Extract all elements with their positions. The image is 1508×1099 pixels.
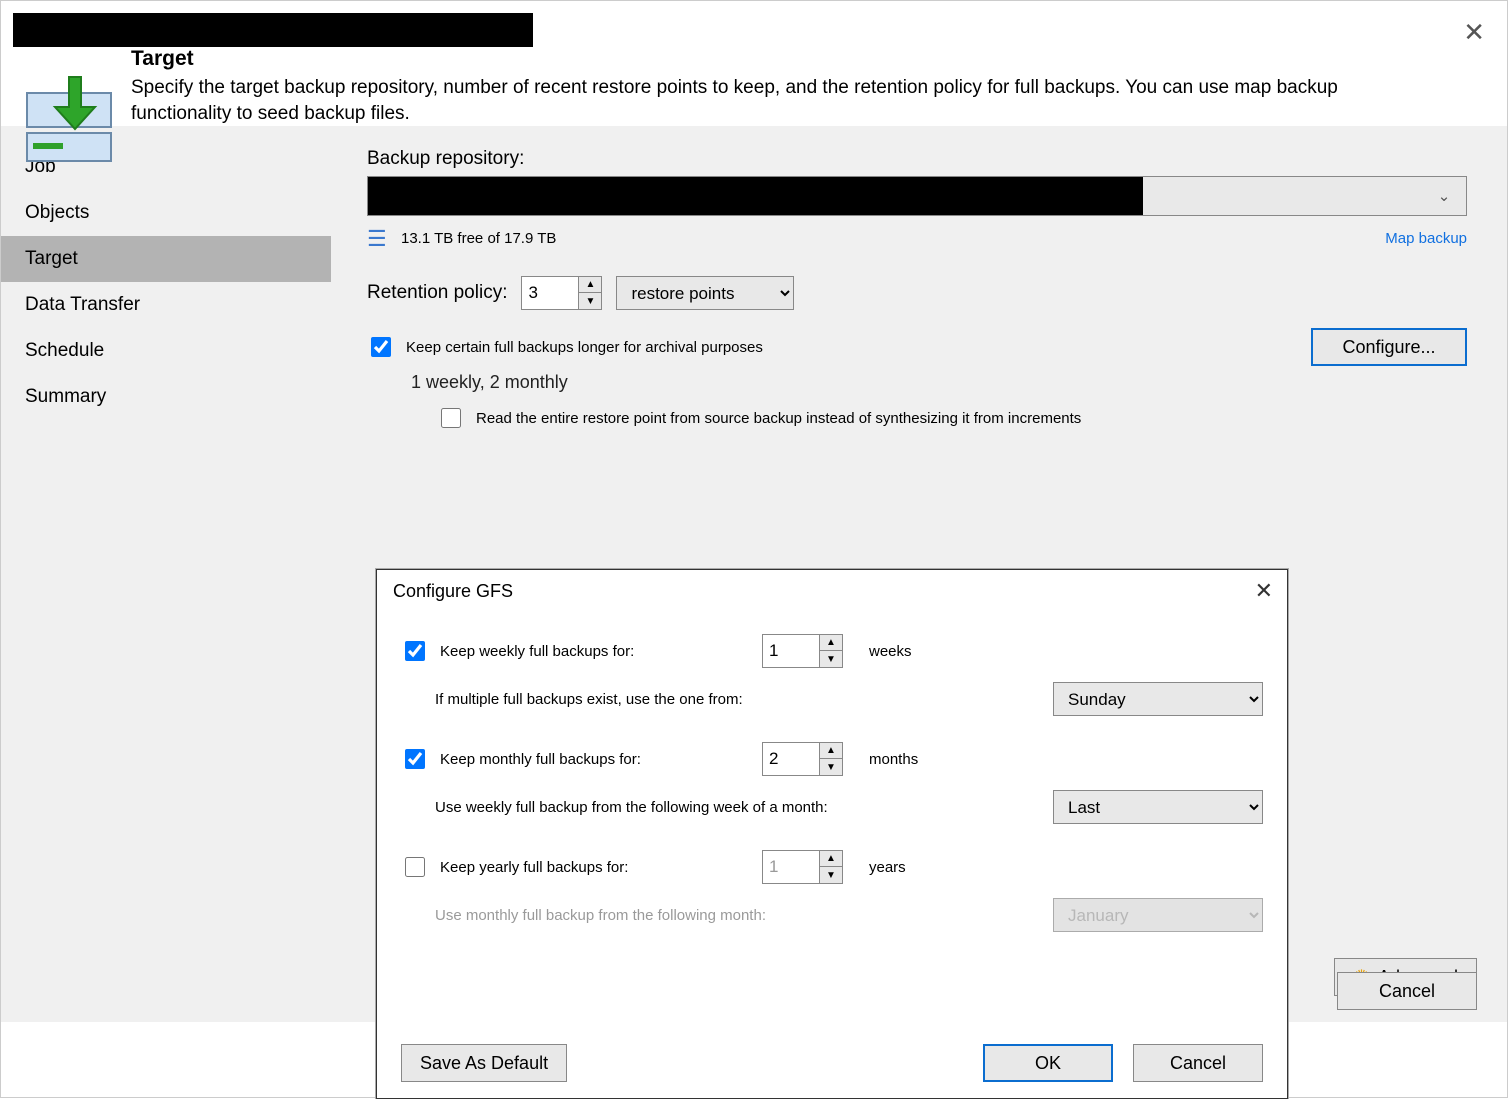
backup-repository-select[interactable]: ⌄ — [367, 176, 1467, 216]
retention-policy-unit-select[interactable]: restore points — [616, 276, 794, 310]
gfs-weekly-spinner[interactable]: ▲▼ — [762, 634, 843, 668]
save-as-default-button[interactable]: Save As Default — [401, 1044, 567, 1082]
window-title-redacted — [13, 13, 533, 47]
gfs-weekly-value[interactable] — [763, 635, 819, 667]
modal-cancel-button[interactable]: Cancel — [1133, 1044, 1263, 1082]
gfs-yearly-unit: years — [869, 859, 906, 876]
wizard-nav: Job Objects Target Data Transfer Schedul… — [1, 126, 331, 1022]
gfs-yearly-spinner[interactable]: ▲▼ — [762, 850, 843, 884]
gfs-yearly-checkbox[interactable] — [405, 857, 425, 877]
spinner-down-icon[interactable]: ▼ — [820, 867, 842, 883]
gfs-monthly-desc: Use weekly full backup from the followin… — [401, 799, 1053, 816]
gfs-yearly-desc: Use monthly full backup from the followi… — [401, 907, 1053, 924]
spinner-up-icon[interactable]: ▲ — [820, 851, 842, 867]
gfs-yearly-label: Keep yearly full backups for: — [440, 859, 750, 876]
modal-ok-button[interactable]: OK — [983, 1044, 1113, 1082]
read-entire-label: Read the entire restore point from sourc… — [476, 410, 1081, 427]
configure-gfs-dialog: Configure GFS ✕ Keep weekly full backups… — [376, 569, 1288, 1099]
chevron-down-icon: ⌄ — [1422, 177, 1466, 215]
spinner-up-icon[interactable]: ▲ — [820, 635, 842, 651]
spinner-down-icon[interactable]: ▼ — [579, 293, 601, 309]
gfs-yearly-month-select: January — [1053, 898, 1263, 932]
gfs-monthly-label: Keep monthly full backups for: — [440, 751, 750, 768]
modal-close-button[interactable]: ✕ — [1255, 578, 1273, 604]
wizard-cancel-button[interactable]: Cancel — [1337, 972, 1477, 1010]
gfs-weekly-day-select[interactable]: Sunday — [1053, 682, 1263, 716]
gfs-monthly-group: Keep monthly full backups for: ▲▼ months… — [401, 742, 1263, 824]
gfs-yearly-group: Keep yearly full backups for: ▲▼ years U… — [401, 850, 1263, 932]
gfs-weekly-unit: weeks — [869, 643, 912, 660]
spinner-up-icon[interactable]: ▲ — [820, 743, 842, 759]
target-drive-icon — [19, 73, 119, 169]
spinner-up-icon[interactable]: ▲ — [579, 277, 601, 293]
header-text-block: Target Specify the target backup reposit… — [131, 47, 1507, 126]
window-close-button[interactable]: ✕ — [1463, 17, 1485, 48]
gfs-yearly-value[interactable] — [763, 851, 819, 883]
retention-policy-label: Retention policy: — [367, 282, 507, 304]
nav-item-target[interactable]: Target — [1, 236, 331, 282]
backup-repository-redacted-value — [368, 177, 1143, 215]
nav-item-summary[interactable]: Summary — [1, 374, 331, 420]
retention-policy-spinner[interactable]: ▲▼ — [521, 276, 602, 310]
archival-label: Keep certain full backups longer for arc… — [406, 339, 1299, 356]
disk-stack-icon: ☰ — [367, 226, 391, 250]
nav-item-schedule[interactable]: Schedule — [1, 328, 331, 374]
page-description: Specify the target backup repository, nu… — [131, 75, 1391, 126]
modal-title: Configure GFS — [393, 581, 513, 602]
page-title: Target — [131, 47, 1507, 71]
gfs-monthly-value[interactable] — [763, 743, 819, 775]
backup-repository-label: Backup repository: — [367, 148, 1477, 170]
archival-summary: 1 weekly, 2 monthly — [411, 372, 1477, 393]
spinner-down-icon[interactable]: ▼ — [820, 651, 842, 667]
gfs-monthly-checkbox[interactable] — [405, 749, 425, 769]
spinner-down-icon[interactable]: ▼ — [820, 759, 842, 775]
storage-free-text: 13.1 TB free of 17.9 TB — [401, 230, 556, 247]
map-backup-link[interactable]: Map backup — [1385, 230, 1467, 247]
wizard-footer-buttons: Cancel — [1337, 972, 1477, 1010]
gfs-weekly-group: Keep weekly full backups for: ▲▼ weeks I… — [401, 634, 1263, 716]
gfs-weekly-checkbox[interactable] — [405, 641, 425, 661]
gfs-monthly-week-select[interactable]: Last — [1053, 790, 1263, 824]
configure-gfs-button[interactable]: Configure... — [1311, 328, 1467, 366]
gfs-monthly-unit: months — [869, 751, 918, 768]
read-entire-checkbox[interactable] — [441, 408, 461, 428]
nav-item-objects[interactable]: Objects — [1, 190, 331, 236]
gfs-weekly-label: Keep weekly full backups for: — [440, 643, 750, 660]
nav-item-data-transfer[interactable]: Data Transfer — [1, 282, 331, 328]
retention-policy-value[interactable] — [522, 277, 578, 309]
gfs-monthly-spinner[interactable]: ▲▼ — [762, 742, 843, 776]
gfs-weekly-desc: If multiple full backups exist, use the … — [401, 691, 1053, 708]
archival-checkbox[interactable] — [371, 337, 391, 357]
wizard-window: ✕ Target Specify the target backup repos… — [0, 0, 1508, 1098]
